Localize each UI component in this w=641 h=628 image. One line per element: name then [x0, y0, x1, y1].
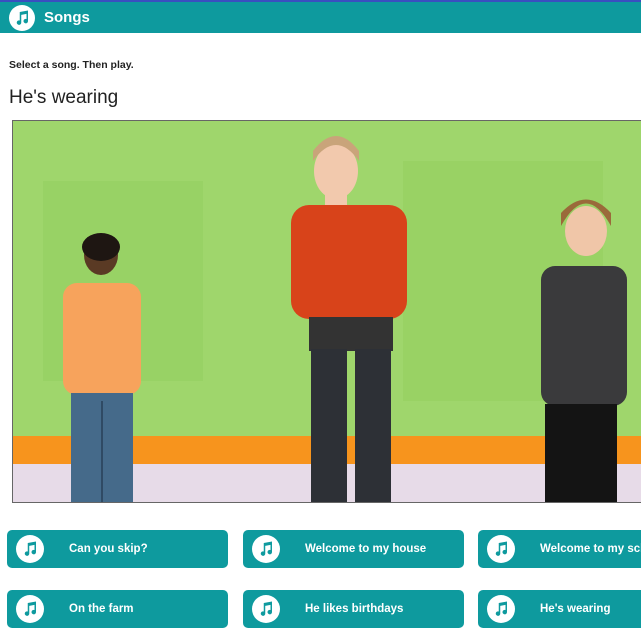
song-button-welcome-to-my-school[interactable]: Welcome to my school [478, 530, 641, 568]
music-note-icon [9, 4, 35, 31]
song-button-label: On the farm [69, 603, 134, 615]
music-note-icon [487, 595, 515, 623]
song-button-on-the-farm[interactable]: On the farm [7, 590, 228, 628]
video-player[interactable] [12, 120, 641, 503]
music-note-icon [252, 535, 280, 563]
song-button-label: Can you skip? [69, 543, 148, 555]
page-title: Songs [44, 9, 90, 26]
music-note-icon [252, 595, 280, 623]
page-header: Songs [0, 2, 641, 33]
song-button-hes-wearing[interactable]: He's wearing [478, 590, 641, 628]
song-button-label: He likes birthdays [305, 603, 404, 615]
song-button-label: He's wearing [540, 603, 611, 615]
instruction-text: Select a song. Then play. [9, 59, 134, 71]
current-song-title: He's wearing [9, 87, 119, 108]
song-button-can-you-skip[interactable]: Can you skip? [7, 530, 228, 568]
video-frame [13, 121, 641, 502]
song-button-label: Welcome to my school [540, 543, 641, 555]
song-button-welcome-to-my-house[interactable]: Welcome to my house [243, 530, 464, 568]
music-note-icon [16, 535, 44, 563]
song-button-label: Welcome to my house [305, 543, 427, 555]
music-note-icon [16, 595, 44, 623]
song-button-he-likes-birthdays[interactable]: He likes birthdays [243, 590, 464, 628]
music-note-icon [487, 535, 515, 563]
